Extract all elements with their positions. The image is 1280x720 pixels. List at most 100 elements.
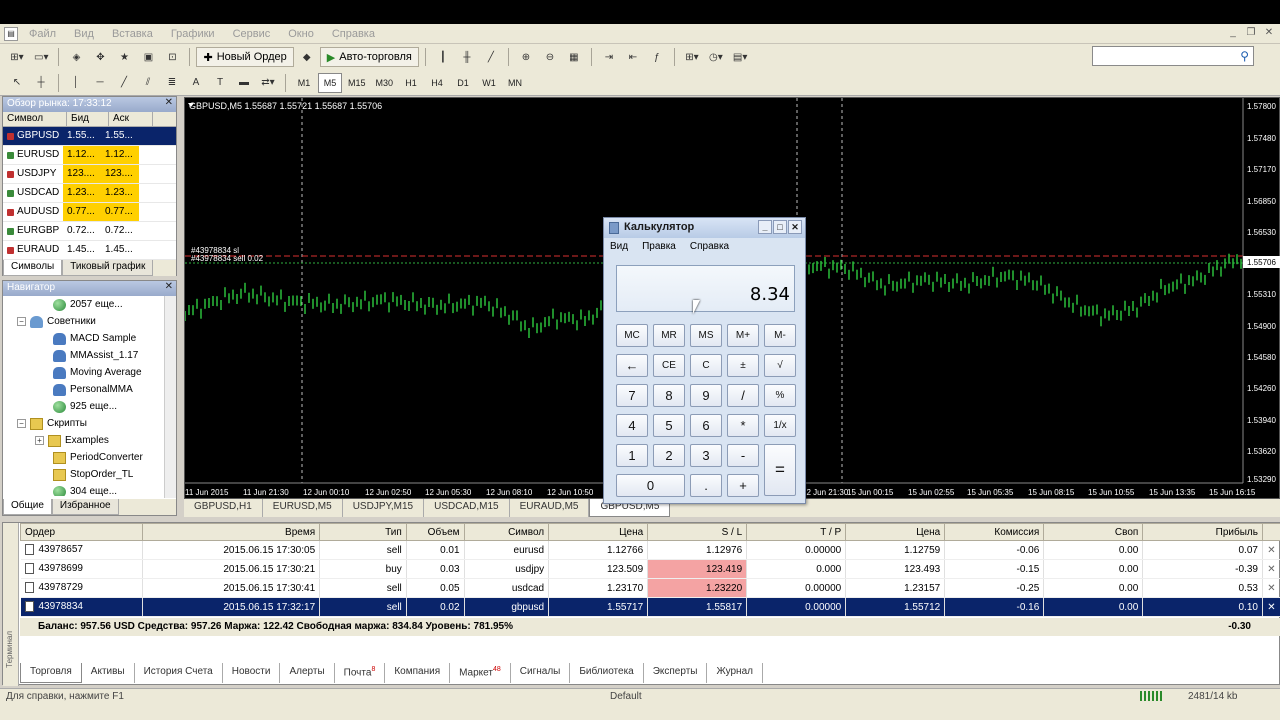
auto-trading-button[interactable]: ▶ Авто-торговля (319, 47, 419, 67)
menu-file[interactable]: Файл (29, 28, 56, 40)
col-header[interactable]: Цена (845, 523, 946, 541)
calc-key[interactable]: 8 (653, 384, 685, 407)
calc-key[interactable]: MC (616, 324, 648, 347)
tf-m5[interactable]: M5 (318, 72, 342, 93)
tree-item[interactable]: PersonalMMA (53, 381, 133, 398)
navigator-scrollbar[interactable] (164, 296, 176, 498)
tab-favorites[interactable]: Избранное (51, 499, 119, 515)
auto-scroll-icon[interactable]: ⇥ (598, 47, 620, 67)
tab-common[interactable]: Общие (3, 499, 52, 515)
col-header[interactable]: S / L (647, 523, 748, 541)
calc-key[interactable]: CE (653, 354, 685, 377)
menu-help[interactable]: Справка (332, 28, 375, 40)
tf-m15[interactable]: M15 (344, 73, 370, 93)
new-chart-icon[interactable]: ⊞▾ (6, 47, 28, 67)
terminal-tab[interactable]: Почта8 (335, 663, 386, 683)
market-watch-row[interactable]: AUDUSD 0.77... 0.77... (3, 203, 176, 222)
calc-key[interactable]: √ (764, 354, 796, 377)
data-window-icon[interactable]: ✥ (89, 47, 111, 67)
terminal-tab[interactable]: Компания (385, 663, 451, 683)
close-order-icon[interactable]: ✕ (1262, 540, 1280, 560)
chart-tab[interactable]: GBPUSD,H1 (184, 499, 263, 517)
menu-insert[interactable]: Вставка (112, 28, 153, 40)
tf-m30[interactable]: M30 (372, 73, 398, 93)
chart-tab[interactable]: USDCAD,M15 (424, 499, 510, 517)
navigator-icon[interactable]: ★ (113, 47, 135, 67)
market-watch-row[interactable]: USDCAD 1.23... 1.23... (3, 184, 176, 203)
chart-tab[interactable]: EURAUD,M5 (510, 499, 590, 517)
market-watch-row[interactable]: EURAUD 1.45... 1.45... (3, 241, 176, 260)
profiles-icon[interactable]: ▭▾ (30, 47, 52, 67)
calc-key[interactable]: 9 (690, 384, 722, 407)
channel-icon[interactable]: ⫽ (137, 73, 159, 93)
calc-key[interactable]: 5 (653, 414, 685, 437)
calc-key[interactable]: 6 (690, 414, 722, 437)
tab-symbols[interactable]: Символы (3, 260, 63, 276)
tf-h1[interactable]: H1 (399, 73, 423, 93)
menu-view[interactable]: Вид (74, 28, 94, 40)
text-icon[interactable]: A (185, 73, 207, 93)
tf-m1[interactable]: M1 (292, 73, 316, 93)
zoom-in-icon[interactable]: ⊕ (515, 47, 537, 67)
calc-key[interactable]: 2 (653, 444, 685, 467)
col-ask[interactable]: Аск (109, 112, 153, 126)
tab-tick-chart[interactable]: Тиковый график (62, 260, 154, 276)
restore-icon[interactable]: ❐ (1244, 26, 1258, 40)
calc-key[interactable]: 1/x (764, 414, 796, 437)
calculator-window[interactable]: Калькулятор _ □ ✕ Вид Правка Справка 8.3… (603, 217, 806, 504)
calc-key[interactable]: 1 (616, 444, 648, 467)
arrows-icon[interactable]: ⇄▾ (257, 73, 279, 93)
menu-window[interactable]: Окно (288, 28, 314, 40)
col-header[interactable]: Символ (463, 523, 550, 541)
minimize-icon[interactable]: _ (1226, 26, 1240, 40)
bar-chart-icon[interactable]: ┃ (432, 47, 454, 67)
terminal-tab[interactable]: Библиотека (570, 663, 644, 683)
market-watch-icon[interactable]: ◈ (65, 47, 87, 67)
close-order-icon[interactable]: ✕ (1262, 597, 1280, 617)
terminal-tab[interactable]: Новости (223, 663, 281, 683)
calc-key-plus[interactable]: + (727, 474, 759, 497)
tf-d1[interactable]: D1 (451, 73, 475, 93)
menu-tools[interactable]: Сервис (233, 28, 271, 40)
terminal-tab[interactable]: Торговля (20, 663, 82, 683)
calc-key[interactable]: - (727, 444, 759, 467)
tree-item[interactable]: − Скрипты (17, 415, 87, 432)
calc-menu-view[interactable]: Вид (610, 241, 628, 253)
maximize-icon[interactable]: □ (773, 220, 787, 234)
calc-menu-help[interactable]: Справка (690, 241, 729, 253)
terminal-tab[interactable]: Сигналы (511, 663, 571, 683)
terminal-tab[interactable]: Эксперты (644, 663, 708, 683)
line-chart-icon[interactable]: ╱ (480, 47, 502, 67)
col-header[interactable]: Прибыль (1142, 523, 1263, 541)
tree-item[interactable]: − Советники (17, 313, 96, 330)
tree-item[interactable]: + Examples (35, 432, 109, 449)
search-icon[interactable]: ⚲ (1240, 49, 1249, 63)
col-header[interactable]: Тип (319, 523, 407, 541)
calc-key[interactable]: / (727, 384, 759, 407)
terminal-tab[interactable]: Маркет48 (450, 663, 511, 683)
col-header[interactable]: Комиссия (944, 523, 1045, 541)
close-icon[interactable]: ✕ (1262, 26, 1276, 40)
col-header[interactable]: T / P (746, 523, 847, 541)
terminal-tab[interactable]: Активы (82, 663, 135, 683)
col-header[interactable]: Цена (548, 523, 649, 541)
chart-tab[interactable]: EURUSD,M5 (263, 499, 343, 517)
trendline-icon[interactable]: ╱ (113, 73, 135, 93)
tree-item[interactable]: MMAssist_1.17 (53, 347, 138, 364)
periods-icon[interactable]: ◷▾ (705, 47, 727, 67)
terminal-tab[interactable]: Алерты (280, 663, 335, 683)
collapse-icon[interactable]: − (17, 419, 26, 428)
close-icon[interactable]: ✕ (165, 97, 173, 108)
calc-key[interactable]: 3 (690, 444, 722, 467)
crosshair-icon[interactable]: ┼ (30, 73, 52, 93)
vertical-line-icon[interactable]: │ (65, 73, 87, 93)
calc-key[interactable]: MS (690, 324, 722, 347)
close-icon[interactable]: ✕ (165, 281, 173, 292)
indicators-icon[interactable]: ƒ (646, 47, 668, 67)
calc-key[interactable]: * (727, 414, 759, 437)
calc-key[interactable]: C (690, 354, 722, 377)
tf-h4[interactable]: H4 (425, 73, 449, 93)
chart-shift-icon[interactable]: ⇤ (622, 47, 644, 67)
tree-item[interactable]: 2057 еще... (53, 296, 123, 313)
terminal-tab[interactable]: Журнал (707, 663, 763, 683)
